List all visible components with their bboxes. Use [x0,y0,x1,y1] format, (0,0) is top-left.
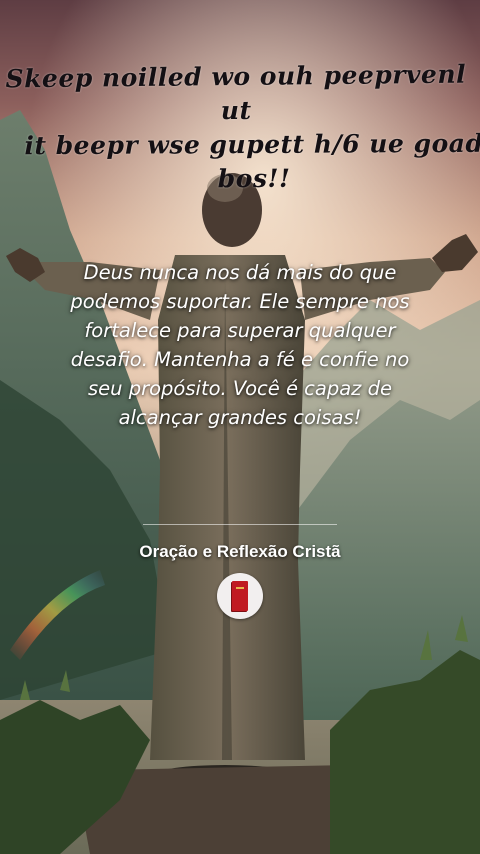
quote-line: seu propósito. Você é capaz de [88,377,392,400]
quote-text: Deus nunca nos dá mais do que podemos su… [48,258,432,432]
overlay-text-line: Skeep noilled wo ouh peeprvenl ut [5,59,467,126]
overlay-garbled-text: Skeep noilled wo ouh peeprvenl ut it bee… [0,60,480,196]
channel-avatar[interactable] [217,573,263,619]
red-bible-icon [232,581,248,611]
quote-line: podemos suportar. Ele sempre nos [70,290,410,313]
quote-line: desafio. Mantenha a fé e confie no [70,348,410,371]
quote-line: Deus nunca nos dá mais do que [83,261,397,284]
quote-line: fortalece para superar qualquer [84,319,396,342]
photo-canvas: Skeep noilled wo ouh peeprvenl ut it bee… [0,0,480,854]
overlay-text-line: it beepr wse gupett h/6 ue goad bos!! [24,128,480,194]
channel-title: Oração e Reflexão Cristã [139,542,341,561]
divider-line [143,524,337,525]
quote-line: alcançar grandes coisas! [118,406,362,429]
